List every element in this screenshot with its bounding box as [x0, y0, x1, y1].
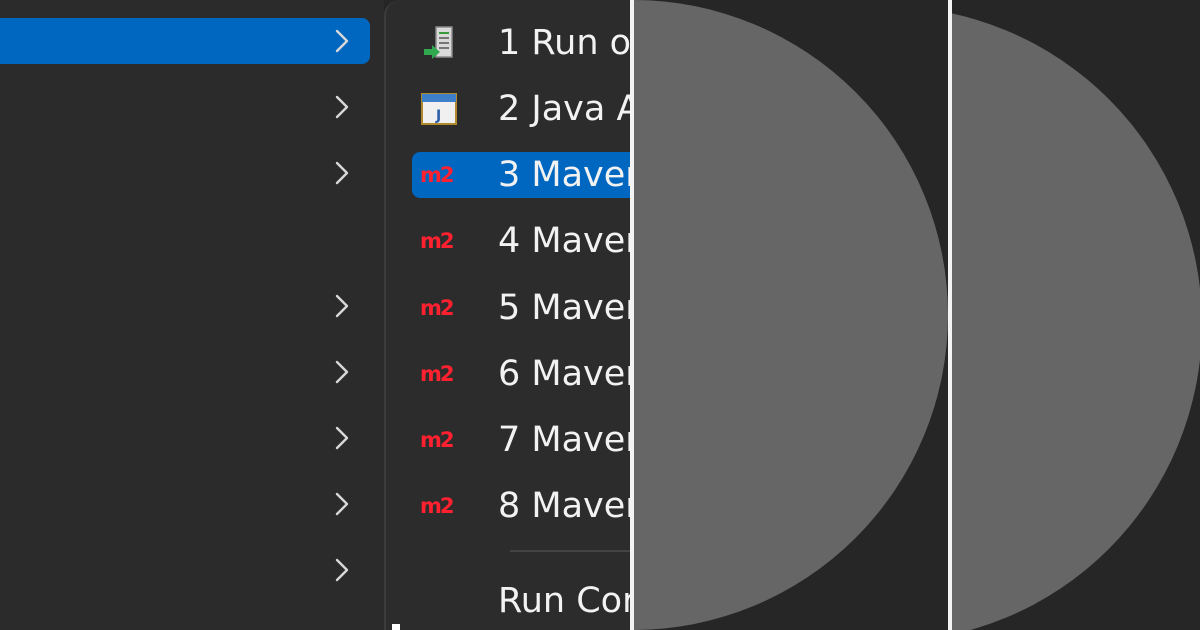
submenu-item-maven-5[interactable]: m2 5 Maven — [412, 285, 630, 331]
image-placeholder-panel — [634, 0, 948, 630]
submenu-item-maven-6[interactable]: m2 6 Maven — [412, 351, 630, 397]
submenu-item-label: 7 Maven — [498, 420, 630, 460]
submenu-item-run-configurations[interactable]: Run Cor — [412, 578, 630, 624]
chevron-right-icon — [330, 556, 354, 584]
maven-m2-icon: m2 — [420, 296, 455, 320]
image-placeholder-panel — [952, 0, 1200, 630]
run-on-server-icon — [420, 26, 458, 59]
parent-row-9[interactable] — [0, 547, 370, 593]
submenu-item-label: 3 Maven — [498, 155, 630, 195]
parent-row-5[interactable] — [0, 283, 370, 329]
parent-row-2[interactable] — [0, 84, 370, 130]
java-application-icon: J — [420, 93, 458, 125]
parent-row-8[interactable] — [0, 481, 370, 527]
chevron-right-icon — [330, 490, 354, 518]
placeholder-disc — [634, 0, 948, 630]
parent-row-4[interactable] — [0, 216, 370, 262]
submenu-item-label: 8 Maven — [498, 486, 630, 526]
parent-row-6[interactable] — [0, 349, 370, 395]
placeholder-disc — [952, 6, 1200, 630]
submenu-item-label: 4 Maven — [498, 221, 630, 261]
submenu-item-maven-3[interactable]: m2 3 Maven — [412, 152, 630, 198]
submenu-item-maven-8[interactable]: m2 8 Maven — [412, 483, 630, 529]
parent-row-highlighted[interactable] — [0, 18, 370, 64]
parent-context-menu — [0, 0, 384, 630]
chevron-right-icon — [330, 292, 354, 320]
resize-handle-mark — [392, 624, 400, 630]
maven-m2-icon: m2 — [420, 428, 455, 452]
chevron-right-icon — [330, 93, 354, 121]
submenu-item-run-on-server[interactable]: 1 Run or — [412, 20, 630, 66]
submenu-item-label: Run Cor — [498, 581, 630, 621]
menu-separator — [510, 550, 630, 552]
run-as-submenu: 1 Run or J 2 Java A m2 3 Maven m2 4 Mave… — [384, 0, 630, 630]
parent-row-7[interactable] — [0, 415, 370, 461]
maven-m2-icon: m2 — [420, 494, 455, 518]
maven-m2-icon: m2 — [420, 229, 455, 253]
maven-m2-icon: m2 — [420, 163, 455, 187]
parent-row-3[interactable] — [0, 150, 370, 196]
submenu-item-label: 1 Run or — [498, 23, 630, 63]
submenu-item-maven-7[interactable]: m2 7 Maven — [412, 417, 630, 463]
submenu-item-label: 2 Java A — [498, 89, 630, 129]
submenu-item-maven-4[interactable]: m2 4 Maven — [412, 218, 630, 264]
submenu-item-label: 6 Maven — [498, 354, 630, 394]
chevron-right-icon — [330, 358, 354, 386]
maven-m2-icon: m2 — [420, 362, 455, 386]
chevron-right-icon — [330, 159, 354, 187]
svg-text:J: J — [435, 108, 441, 124]
screenshot-stage: 1 Run or J 2 Java A m2 3 Maven m2 4 Mave… — [0, 0, 1200, 630]
chevron-right-icon — [330, 27, 354, 55]
submenu-item-label: 5 Maven — [498, 288, 630, 328]
submenu-item-java-application[interactable]: J 2 Java A — [412, 86, 630, 132]
chevron-right-icon — [330, 424, 354, 452]
